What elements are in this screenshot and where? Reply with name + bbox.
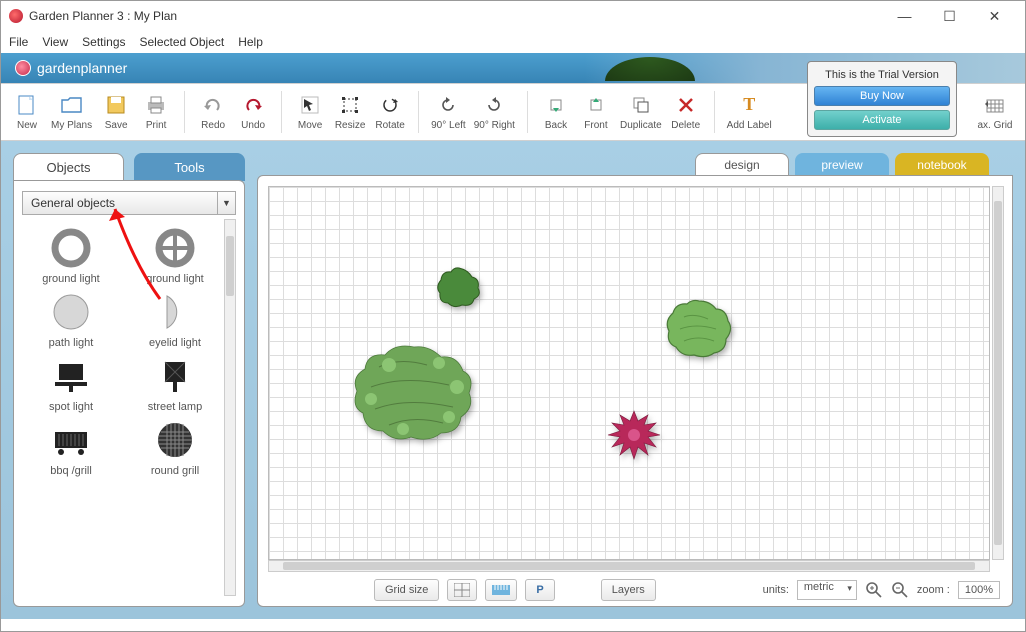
window-title: Garden Planner 3 : My Plan — [29, 9, 177, 23]
menu-help[interactable]: Help — [238, 35, 263, 49]
delete-button[interactable]: Delete — [666, 90, 706, 135]
menu-selected-object[interactable]: Selected Object — [140, 35, 225, 49]
obj-ground-light-1[interactable]: ground light — [22, 225, 120, 285]
my-plans-button[interactable]: My Plans — [47, 90, 96, 135]
obj-street-lamp[interactable]: street lamp — [126, 353, 224, 413]
send-back-button[interactable]: Back — [536, 90, 576, 135]
folder-icon — [61, 94, 83, 116]
app-icon — [9, 9, 23, 23]
zoom-in-icon[interactable] — [865, 581, 883, 599]
plant-magenta-flower[interactable] — [604, 407, 664, 468]
back-icon — [547, 94, 565, 116]
object-palette: General objects ▼ ground light ground li… — [13, 180, 245, 607]
layers-button[interactable]: Layers — [601, 579, 656, 601]
print-button[interactable]: Print — [136, 90, 176, 135]
grid-icon — [985, 94, 1005, 116]
tab-objects[interactable]: Objects — [13, 153, 124, 181]
resize-icon — [341, 94, 359, 116]
plant-small-green[interactable] — [434, 265, 484, 316]
units-select[interactable]: metric — [797, 580, 857, 600]
ruler-icon — [492, 585, 510, 595]
front-icon — [587, 94, 605, 116]
new-button[interactable]: New — [7, 90, 47, 135]
text-icon: T — [743, 94, 755, 116]
move-button[interactable]: Move — [290, 90, 330, 135]
rotate-left-icon — [439, 94, 457, 116]
category-value: General objects — [31, 196, 115, 210]
canvas-bottombar: Grid size P Layers units: metric zoom : … — [258, 574, 1012, 606]
left-panel: Objects Tools General objects ▼ ground l… — [13, 153, 245, 607]
titlebar: Garden Planner 3 : My Plan — ☐ ✕ — [1, 1, 1025, 31]
menu-settings[interactable]: Settings — [82, 35, 125, 49]
grid-size-button[interactable]: Grid size — [374, 579, 439, 601]
activate-button[interactable]: Activate — [814, 110, 950, 130]
save-button[interactable]: Save — [96, 90, 136, 135]
delete-icon — [678, 94, 694, 116]
grid-small-icon — [454, 583, 470, 597]
duplicate-button[interactable]: Duplicate — [616, 90, 666, 135]
trial-version-box: This is the Trial Version Buy Now Activa… — [807, 61, 957, 137]
save-icon — [107, 94, 125, 116]
obj-spot-light[interactable]: spot light — [22, 353, 120, 413]
units-label: units: — [763, 584, 789, 596]
rotate-right-button[interactable]: 90° Right — [470, 90, 519, 135]
p-button[interactable]: P — [525, 579, 554, 601]
rotate-left-button[interactable]: 90° Left — [427, 90, 470, 135]
canvas-vscroll[interactable] — [992, 186, 1004, 560]
banner-sky-art — [585, 53, 1025, 83]
brand-logo-icon — [15, 60, 31, 76]
object-grid: ground light ground light path light eye… — [22, 219, 224, 596]
ruler-button[interactable] — [485, 579, 517, 601]
obj-eyelid-light[interactable]: eyelid light — [126, 289, 224, 349]
obj-bbq-grill[interactable]: bbq /grill — [22, 417, 120, 477]
trial-message: This is the Trial Version — [814, 66, 950, 86]
obj-path-light[interactable]: path light — [22, 289, 120, 349]
redo-button[interactable]: Redo — [193, 90, 233, 135]
menubar: File View Settings Selected Object Help — [1, 31, 1025, 53]
zoom-label: zoom : — [917, 584, 950, 596]
chevron-down-icon: ▼ — [217, 192, 235, 214]
tab-design[interactable]: design — [695, 153, 789, 175]
rotate-right-icon — [485, 94, 503, 116]
plant-large-leafy[interactable] — [349, 337, 479, 452]
brand-text: gardenplanner — [37, 60, 127, 76]
canvas[interactable] — [268, 186, 990, 560]
plant-round-green[interactable] — [664, 297, 734, 366]
tab-notebook[interactable]: notebook — [895, 153, 989, 175]
palette-scrollbar[interactable] — [224, 219, 236, 596]
grid-toggle-button[interactable] — [447, 579, 477, 601]
menu-view[interactable]: View — [42, 35, 68, 49]
print-icon — [146, 94, 166, 116]
duplicate-icon — [632, 94, 650, 116]
tab-tools[interactable]: Tools — [134, 153, 245, 181]
obj-ground-light-2[interactable]: ground light — [126, 225, 224, 285]
canvas-hscroll[interactable] — [268, 560, 990, 572]
max-grid-button[interactable]: ax. Grid — [971, 90, 1019, 135]
redo-icon — [203, 94, 223, 116]
rotate-button[interactable]: Rotate — [370, 90, 410, 135]
close-button[interactable]: ✕ — [972, 2, 1017, 30]
bring-front-button[interactable]: Front — [576, 90, 616, 135]
undo-button[interactable]: Undo — [233, 90, 273, 135]
zoom-out-icon[interactable] — [891, 581, 909, 599]
rotate-icon — [381, 94, 399, 116]
category-select[interactable]: General objects ▼ — [22, 191, 236, 215]
add-label-button[interactable]: TAdd Label — [723, 90, 776, 135]
resize-button[interactable]: Resize — [330, 90, 370, 135]
menu-file[interactable]: File — [9, 35, 28, 49]
obj-round-grill[interactable]: round grill — [126, 417, 224, 477]
workarea: Objects Tools General objects ▼ ground l… — [1, 141, 1025, 619]
move-icon — [301, 94, 319, 116]
canvas-frame: Grid size P Layers units: metric zoom : … — [257, 175, 1013, 607]
zoom-value[interactable]: 100% — [958, 581, 1000, 599]
tab-preview[interactable]: preview — [795, 153, 889, 175]
right-panel: design preview notebook — [257, 153, 1013, 607]
undo-icon — [243, 94, 263, 116]
maximize-button[interactable]: ☐ — [927, 2, 972, 30]
buy-now-button[interactable]: Buy Now — [814, 86, 950, 106]
new-icon — [18, 94, 36, 116]
minimize-button[interactable]: — — [882, 2, 927, 30]
